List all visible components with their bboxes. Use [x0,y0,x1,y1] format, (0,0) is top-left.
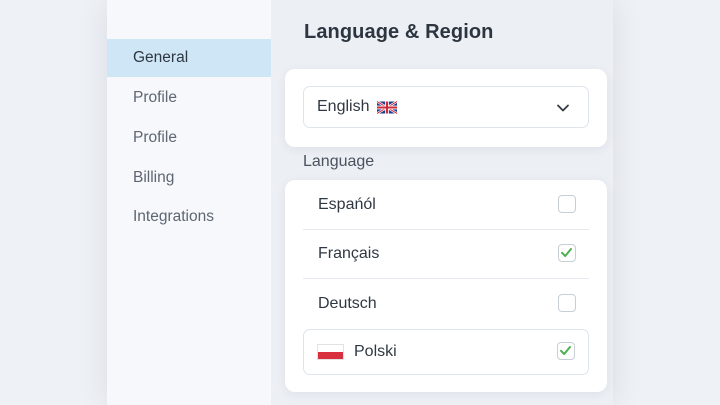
language-select-value: English [317,98,370,115]
page-title: Language & Region [304,21,494,43]
sidebar-item-integrations[interactable]: Integrations [107,198,271,236]
checkbox-checked[interactable] [557,342,575,360]
language-list: Espańól Français Deutsch Polski [285,180,607,392]
sidebar-item-profile[interactable]: Profile [107,79,271,117]
checkbox[interactable] [558,195,576,213]
checkmark-icon [560,346,571,355]
language-option-espanol[interactable]: Espańól [303,181,589,230]
sidebar-item-general[interactable]: General [107,39,271,77]
language-option-label: Deutsch [318,294,377,312]
language-option-label: Français [318,245,380,262]
language-option-deutsch[interactable]: Deutsch [303,279,589,328]
language-option-polski[interactable]: Polski [303,329,589,375]
sidebar-item-profile-2[interactable]: Profile [107,119,271,157]
language-select-card: English [285,69,607,147]
sidebar-item-billing[interactable]: Billing [107,159,271,197]
main-panel: Language & Region English Language Espań… [271,0,613,405]
sidebar-item-label: General [133,49,189,66]
sidebar-item-label: Integrations [133,208,214,225]
language-option-label: Polski [354,343,397,360]
settings-window: General Profile Profile Billing Integrat… [107,0,613,405]
language-section-label: Language [303,153,375,170]
sidebar: General Profile Profile Billing Integrat… [107,0,271,405]
language-option-label: Espańól [318,196,376,213]
sidebar-item-label: Profile [133,129,177,146]
language-select[interactable]: English [303,86,589,128]
chevron-down-icon [557,104,569,112]
checkbox-checked[interactable] [558,244,576,262]
poland-flag-icon [317,344,344,360]
checkmark-icon [561,248,572,257]
sidebar-item-label: Billing [133,169,175,186]
sidebar-item-label: Profile [133,89,177,106]
uk-flag-icon [377,100,398,114]
checkbox[interactable] [558,293,576,312]
language-option-francais[interactable]: Français [303,230,589,279]
